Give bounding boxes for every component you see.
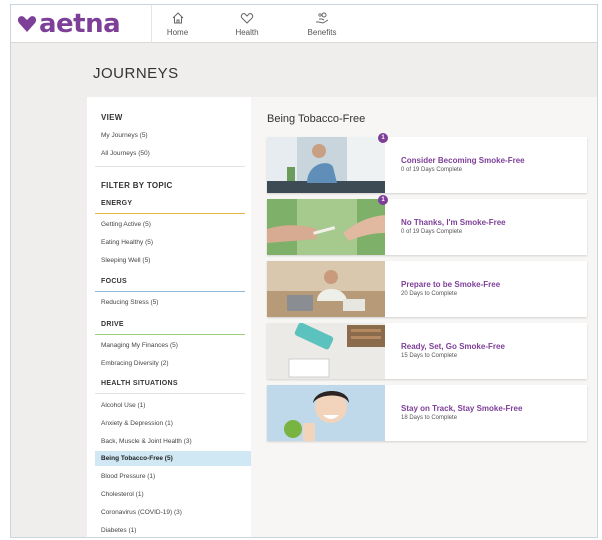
- filter-being-tobacco-free[interactable]: Being Tobacco-Free (5): [101, 455, 173, 462]
- journey-progress: 20 Days to Complete: [401, 291, 458, 297]
- journey-title[interactable]: No Thanks, I'm Smoke-Free: [401, 218, 506, 227]
- journey-card[interactable]: 1 Consider Becoming Smoke-Free 0 of 19 D…: [267, 133, 587, 193]
- health-situations-heading: HEALTH SITUATIONS: [101, 380, 178, 387]
- journey-card[interactable]: Ready, Set, Go Smoke-Free 15 Days to Com…: [267, 323, 587, 379]
- nav-health[interactable]: Health: [221, 5, 273, 43]
- journey-title[interactable]: Ready, Set, Go Smoke-Free: [401, 342, 505, 351]
- filter-alcohol-use[interactable]: Alcohol Use (1): [101, 402, 145, 409]
- divider: [95, 166, 245, 167]
- journey-card[interactable]: 1 No Thanks, I'm Smoke-Free 0 of 19 Days…: [267, 195, 587, 255]
- journeys-main: Being Tobacco-Free 1 Consider Becoming S…: [251, 97, 597, 537]
- notification-badge: 1: [378, 195, 388, 205]
- filter-anxiety-depression[interactable]: Anxiety & Depression (1): [101, 420, 173, 427]
- filter-back-muscle-joint[interactable]: Back, Muscle & Joint Health (3): [101, 438, 192, 445]
- filter-diabetes[interactable]: Diabetes (1): [101, 527, 136, 534]
- my-journeys-link[interactable]: My Journeys (5): [101, 132, 148, 139]
- energy-heading: ENERGY: [101, 200, 133, 207]
- nav-benefits[interactable]: Benefits: [293, 5, 351, 43]
- filter-managing-finances[interactable]: Managing My Finances (5): [101, 342, 178, 349]
- journey-thumbnail: [267, 323, 385, 379]
- page-title: JOURNEYS: [93, 65, 179, 82]
- notification-badge: 1: [378, 133, 388, 143]
- aetna-heart-icon: [17, 16, 37, 32]
- filter-getting-active[interactable]: Getting Active (5): [101, 221, 151, 228]
- journey-card[interactable]: Stay on Track, Stay Smoke-Free 18 Days t…: [267, 385, 587, 441]
- journey-progress: 0 of 19 Days Complete: [401, 229, 463, 235]
- view-heading: VIEW: [101, 113, 123, 122]
- journey-progress: 0 of 19 Days Complete: [401, 167, 463, 173]
- filter-embracing-diversity[interactable]: Embracing Diversity (2): [101, 360, 169, 367]
- journey-thumbnail: [267, 385, 385, 441]
- nav-benefits-label: Benefits: [307, 28, 337, 37]
- filter-blood-pressure[interactable]: Blood Pressure (1): [101, 473, 155, 480]
- drive-rule: [95, 334, 245, 335]
- filter-reducing-stress[interactable]: Reducing Stress (5): [101, 299, 158, 306]
- health-rule: [95, 393, 245, 394]
- journey-progress: 18 Days to Complete: [401, 415, 458, 421]
- filter-cholesterol[interactable]: Cholesterol (1): [101, 491, 144, 498]
- app-window: aetna Home Health Benefits JOURNEYS VIEW…: [10, 4, 598, 538]
- journey-thumbnail: [267, 199, 385, 255]
- section-title: Being Tobacco-Free: [267, 113, 366, 125]
- journey-progress: 15 Days to Complete: [401, 353, 458, 359]
- all-journeys-link[interactable]: All Journeys (50): [101, 150, 150, 157]
- brand-name: aetna: [39, 9, 121, 39]
- journey-card[interactable]: Prepare to be Smoke-Free 20 Days to Comp…: [267, 261, 587, 317]
- nav-home[interactable]: Home: [151, 5, 203, 43]
- focus-heading: FOCUS: [101, 278, 127, 285]
- journey-title[interactable]: Prepare to be Smoke-Free: [401, 280, 500, 289]
- aetna-logo[interactable]: aetna: [17, 9, 121, 39]
- filter-coronavirus[interactable]: Coronavirus (COVID-19) (3): [101, 509, 182, 516]
- journey-thumbnail: [267, 137, 385, 193]
- hand-coins-icon: [316, 12, 329, 24]
- heart-icon: [240, 13, 254, 24]
- nav-health-label: Health: [235, 28, 259, 37]
- filter-heading: FILTER BY TOPIC: [101, 181, 173, 190]
- filter-sidebar: VIEW My Journeys (5) All Journeys (50) F…: [87, 97, 253, 537]
- journey-title[interactable]: Stay on Track, Stay Smoke-Free: [401, 404, 522, 413]
- filter-sleeping-well[interactable]: Sleeping Well (5): [101, 257, 150, 264]
- drive-heading: DRIVE: [101, 321, 124, 328]
- journey-thumbnail: [267, 261, 385, 317]
- top-nav-bar: aetna Home Health Benefits: [11, 5, 597, 43]
- focus-rule: [95, 291, 245, 292]
- filter-eating-healthy[interactable]: Eating Healthy (5): [101, 239, 153, 246]
- nav-home-label: Home: [166, 28, 189, 37]
- home-icon: [172, 12, 183, 24]
- journey-title[interactable]: Consider Becoming Smoke-Free: [401, 156, 525, 165]
- energy-rule: [95, 213, 245, 214]
